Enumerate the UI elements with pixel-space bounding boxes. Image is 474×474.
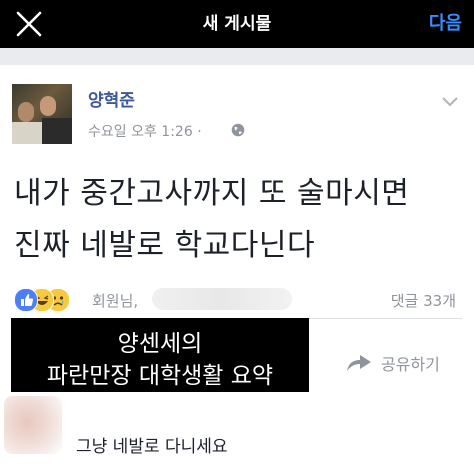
share-button[interactable]: 공유하기: [381, 351, 440, 375]
post-text-line-1: 내가 중간고사까지 또 술마시면: [14, 176, 410, 211]
reaction-icons[interactable]: [14, 288, 94, 312]
close-icon[interactable]: [16, 11, 42, 37]
screen-title: 새 게시물: [202, 14, 272, 34]
author-name[interactable]: 양혁준: [88, 86, 135, 111]
comment-text: 그냥 네발로 다니세요: [76, 437, 228, 457]
top-bar: 새 게시물 다음: [0, 0, 474, 48]
caption-line-1: 양센세의: [117, 331, 203, 357]
caption-overlay: 양센세의 파란만장 대학생활 요약: [11, 318, 309, 392]
commenter-avatar[interactable]: [4, 396, 62, 454]
post-text-line-2: 진짜 네발로 학교다닌다: [14, 228, 316, 263]
reaction-members[interactable]: 회원님,: [92, 290, 138, 311]
next-button[interactable]: 다음: [429, 0, 462, 48]
author-avatar[interactable]: [12, 84, 72, 144]
caption-line-2: 파란만장 대학생활 요약: [46, 363, 274, 389]
blurred-names: [152, 288, 292, 310]
share-icon[interactable]: [346, 352, 372, 372]
top-gap: [0, 48, 474, 65]
like-icon: [14, 288, 38, 312]
globe-icon: [231, 123, 245, 137]
chevron-down-icon[interactable]: [441, 96, 459, 108]
comment-count[interactable]: 댓글 33개: [391, 290, 456, 311]
post-timestamp: 수요일 오후 1:26 ·: [88, 124, 202, 140]
